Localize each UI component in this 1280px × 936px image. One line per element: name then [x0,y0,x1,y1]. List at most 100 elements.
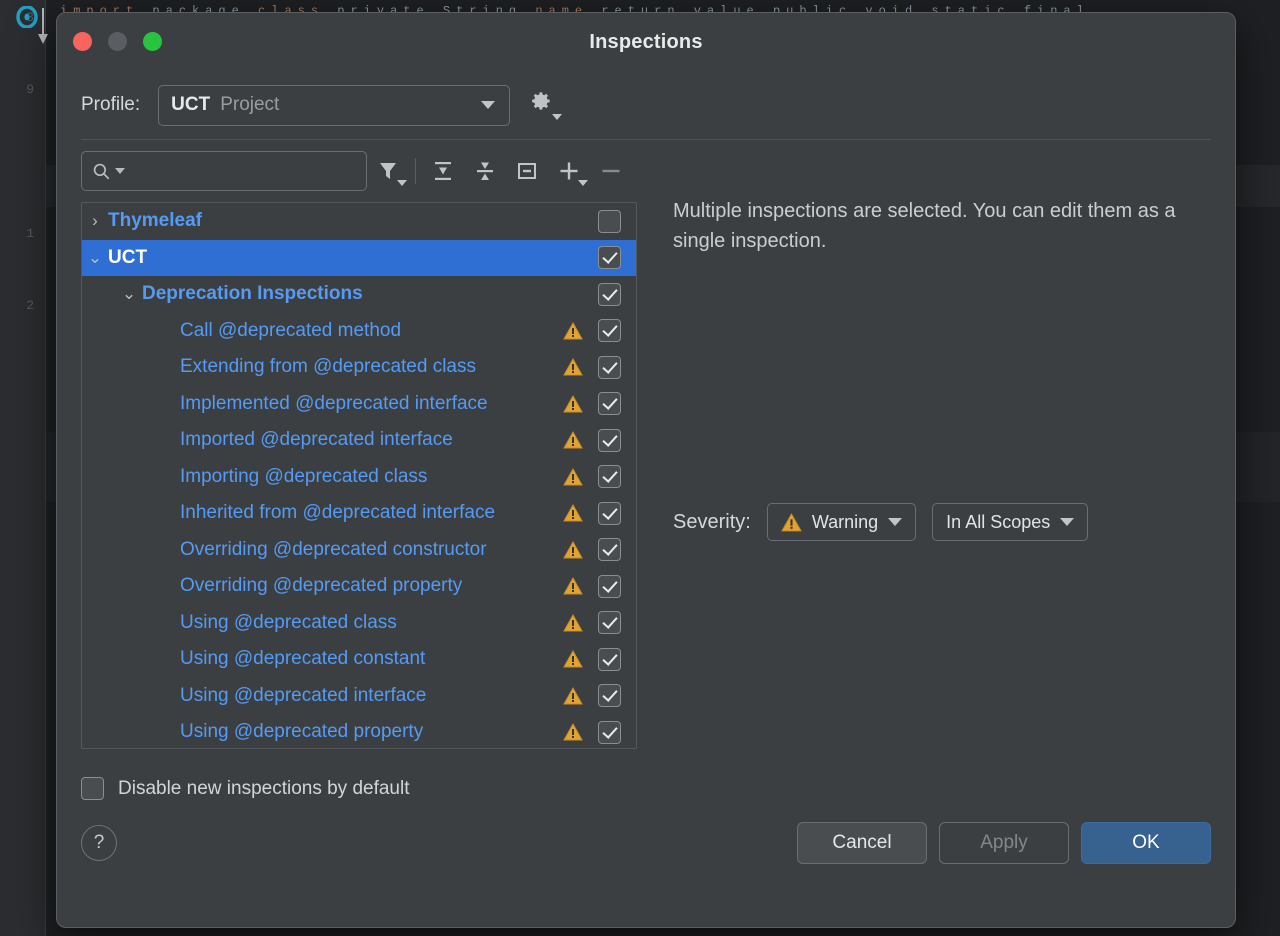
tree-item-label: Overriding @deprecated property [180,575,463,597]
tree-item-checkbox[interactable] [597,684,621,708]
tree-checkbox-cell [590,720,628,744]
profile-name: UCT [171,94,211,115]
tree-row[interactable]: Using @deprecated constant [82,641,636,678]
toolbar-divider [415,158,416,184]
dialog-footer: ? Cancel Apply OK [57,800,1235,864]
inspections-toolbar [81,140,637,202]
tree-row[interactable]: Extending from @deprecated class [82,349,636,386]
search-field[interactable] [81,151,367,191]
tree-row[interactable]: Overriding @deprecated property [82,568,636,605]
tree-checkbox-cell [590,428,628,452]
tree-checkbox-cell [590,246,628,270]
ok-button[interactable]: OK [1081,822,1211,864]
inspections-dialog: Inspections Profile: UCT Project › Thyme… [56,12,1236,928]
minimize-button[interactable] [108,32,127,51]
tree-row[interactable]: Implemented @deprecated interface [82,386,636,423]
tree-row[interactable]: ⌄ UCT [82,239,636,276]
tree-severity-cell [556,576,590,596]
tree-item-checkbox[interactable] [597,246,621,270]
tree-item-checkbox[interactable] [597,209,621,233]
tree-item-checkbox[interactable] [597,428,621,452]
tree-row[interactable]: Imported @deprecated interface [82,422,636,459]
chevron-down-icon [481,101,496,109]
scope-value: In All Scopes [946,511,1051,532]
tree-item-checkbox[interactable] [597,538,621,562]
filter-button[interactable] [367,150,409,192]
dialog-title: Inspections [589,30,703,53]
expand-all-button[interactable] [422,150,464,192]
tree-item-checkbox[interactable] [597,647,621,671]
tree-item-checkbox[interactable] [597,501,621,525]
tree-item-checkbox[interactable] [597,355,621,379]
severity-value: Warning [811,511,879,532]
tree-row[interactable]: › Thymeleaf [82,203,636,240]
inspections-tree[interactable]: › Thymeleaf ⌄ UCT ⌄ Deprecation Inspections Ca… [81,202,637,749]
reset-button[interactable] [506,150,548,192]
tree-severity-cell [556,321,590,341]
tree-item-checkbox[interactable] [597,465,621,489]
tree-checkbox-cell [590,647,628,671]
tree-item-checkbox[interactable] [597,319,621,343]
tree-item-label: Using @deprecated interface [180,684,427,706]
tree-severity-cell [556,540,590,560]
chevron-down-icon [888,518,903,526]
tree-severity-cell [556,722,590,742]
tree-item-label: Using @deprecated class [180,611,397,633]
warning-icon [563,540,583,559]
dialog-body: › Thymeleaf ⌄ UCT ⌄ Deprecation Inspections Ca… [57,140,1235,749]
tree-row[interactable]: Importing @deprecated class [82,459,636,496]
tree-item-checkbox[interactable] [597,611,621,635]
chevron-down-icon[interactable]: ⌄ [116,284,142,304]
tree-severity-cell [556,430,590,450]
tree-checkbox-cell [590,501,628,525]
profile-combobox[interactable]: UCT Project [158,84,511,126]
tree-item-checkbox[interactable] [597,720,621,744]
search-input[interactable] [129,162,339,180]
tree-severity-cell [556,394,590,414]
profile-row: Profile: UCT Project [57,75,1235,135]
reset-box-icon [518,163,536,179]
editor-gutter: 3 9 1 2 [0,0,48,936]
tree-row[interactable]: ⌄ Deprecation Inspections [82,276,636,313]
tree-item-checkbox[interactable] [597,392,621,416]
warning-icon [563,431,583,449]
profile-settings-gear-button[interactable] [528,88,563,122]
close-button[interactable] [73,32,92,51]
tree-row[interactable]: Using @deprecated property [82,714,636,748]
tree-row[interactable]: Using @deprecated class [82,605,636,642]
severity-combobox[interactable]: Warning [766,503,917,541]
add-button[interactable] [548,150,590,192]
disable-new-inspections-label: Disable new inspections by default [118,777,410,799]
warning-icon [563,686,583,705]
tree-item-label: Using @deprecated constant [180,648,426,670]
chevron-down-icon [1060,518,1075,526]
chevron-right-icon[interactable]: › [82,211,108,231]
chevron-down-icon [552,114,563,120]
collapse-all-icon [477,162,493,180]
tree-item-label: Implemented @deprecated interface [180,392,488,414]
tree-checkbox-cell [590,465,628,489]
help-button[interactable]: ? [81,825,117,861]
zoom-button[interactable] [143,32,162,51]
tree-checkbox-cell [590,282,628,306]
tree-item-checkbox[interactable] [597,282,621,306]
remove-button[interactable] [590,150,632,192]
apply-button[interactable]: Apply [939,822,1069,864]
tree-row[interactable]: Call @deprecated method [82,313,636,350]
chevron-down-icon[interactable]: ⌄ [82,248,108,268]
dialog-titlebar: Inspections [57,13,1235,71]
tree-row[interactable]: Overriding @deprecated constructor [82,532,636,569]
tree-row[interactable]: Using @deprecated interface [82,678,636,715]
warning-icon [563,504,583,522]
scope-combobox[interactable]: In All Scopes [932,503,1089,541]
chevron-down-icon [397,180,407,186]
tree-checkbox-cell [590,392,628,416]
disable-new-inspections-checkbox[interactable] [81,777,104,800]
warning-icon [563,613,583,632]
tree-row[interactable]: Inherited from @deprecated interface [82,495,636,532]
cancel-button[interactable]: Cancel [797,822,927,864]
collapse-all-button[interactable] [464,150,506,192]
breakpoint-marker-icon [16,6,38,28]
tree-item-label: Using @deprecated property [180,721,424,743]
tree-item-checkbox[interactable] [597,574,621,598]
